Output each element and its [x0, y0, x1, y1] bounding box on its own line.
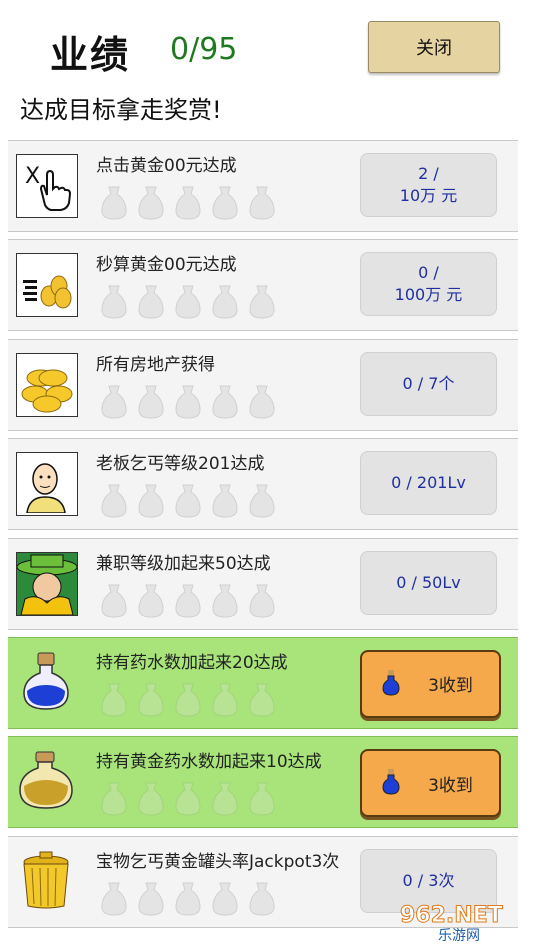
reward-bags [100, 284, 276, 320]
blue-potion-icon [382, 669, 400, 696]
achievement-row: 秒算黄金00元达成 0 /100万 元 [8, 239, 518, 332]
reward-bag-icon [138, 882, 164, 916]
reward-bag-icon [212, 186, 238, 220]
progress-line2: 10万 元 [399, 186, 458, 205]
reward-bags [100, 682, 276, 718]
reward-bag-icon [138, 285, 164, 319]
claim-button[interactable]: 3收到 [360, 649, 501, 718]
achievement-row: 持有黄金药水数加起来10达成 3收到 [8, 736, 518, 829]
watermark-logo: 962.NET 乐游网 [400, 903, 504, 943]
reward-bag-icon [249, 882, 275, 916]
reward-bag-icon [249, 186, 275, 220]
tap-finger-icon: X [16, 154, 78, 218]
progress-button[interactable]: 0 / 7个 [360, 351, 497, 416]
reward-bag-icon [212, 882, 238, 916]
header: 业绩 0/95 关闭 达成目标拿走奖赏! [0, 0, 534, 135]
reward-bags [100, 483, 276, 519]
reward-bag-icon [212, 584, 238, 618]
reward-bag-icon [175, 683, 201, 717]
reward-bag-icon [138, 186, 164, 220]
reward-bag-icon [101, 285, 127, 319]
achievement-label: 所有房地产获得 [96, 354, 215, 375]
achievement-list: X 点击黄金00元达成 2 / 10万 元 秒算黄金00元达成 0 / 100万 … [8, 140, 518, 935]
achievement-row: 兼职等级加起来50达成 0 / 50Lv [8, 537, 518, 630]
achievement-label: 宝物乞丐黄金罐头率Jackpot3次 [96, 851, 340, 872]
progress-button[interactable]: 0 /100万 元 [360, 252, 497, 317]
gold-potion-icon [16, 750, 76, 812]
achievement-label: 持有药水数加起来20达成 [96, 652, 288, 673]
watermark-subtext: 乐游网 [438, 928, 480, 942]
reward-bag-icon [249, 385, 275, 419]
blue-potion-icon [382, 769, 400, 795]
green-hat-man-icon [16, 551, 78, 616]
reward-bag-icon [249, 584, 275, 618]
reward-bag-icon [212, 683, 238, 717]
reward-bag-icon [175, 882, 201, 916]
progress-line2: 100万 元 [394, 285, 463, 305]
reward-bag-icon [212, 285, 238, 319]
progress-button[interactable]: 0 / 50Lv [360, 550, 497, 615]
reward-bags [100, 781, 276, 817]
progress-button[interactable]: 2 / 10万 元 [360, 153, 497, 217]
achievement-row: 持有药水数加起来20达成 3收到 [8, 636, 518, 729]
progress-line1: 2 / [418, 164, 439, 183]
reward-bag-icon [175, 186, 201, 220]
reward-bag-icon [249, 683, 275, 717]
reward-bag-icon [138, 683, 164, 717]
reward-bags [100, 384, 276, 420]
achievement-row: 老板乞丐等级201达成 0 / 201Lv [8, 438, 518, 531]
gold-pot-icon [16, 850, 76, 912]
progress-line1: 0 / [418, 263, 439, 283]
reward-bag-icon [212, 385, 238, 419]
reward-bag-icon [101, 385, 127, 419]
page-title: 业绩 [50, 33, 131, 77]
reward-bag-icon [138, 385, 164, 419]
achievement-row: X 点击黄金00元达成 2 / 10万 元 [8, 140, 518, 232]
reward-bag-icon [249, 484, 275, 518]
blue-potion-icon [16, 651, 76, 713]
reward-bag-icon [101, 186, 127, 220]
reward-bag-icon [101, 683, 127, 717]
watermark-text: 962.NET [400, 903, 503, 928]
reward-bags [100, 583, 276, 619]
close-button[interactable]: 关闭 [368, 21, 500, 73]
reward-bag-icon [175, 385, 201, 419]
claim-button[interactable]: 3收到 [360, 749, 501, 818]
reward-bag-icon [101, 882, 127, 916]
reward-bag-icon [138, 484, 164, 518]
reward-bags [100, 881, 276, 917]
reward-bag-icon [175, 484, 201, 518]
reward-bag-icon [138, 584, 164, 618]
bald-man-icon [16, 452, 78, 517]
achievement-count: 0/95 [170, 32, 238, 67]
reward-bag-icon [101, 584, 127, 618]
gold-coins-icon [16, 352, 78, 417]
reward-bags [100, 185, 276, 221]
reward-bag-icon [212, 782, 238, 816]
achievement-label: 持有黄金药水数加起来10达成 [96, 752, 322, 773]
coins-stack-icon [16, 253, 78, 318]
reward-bag-icon [175, 782, 201, 816]
achievement-label: 兼职等级加起来50达成 [96, 553, 271, 574]
achievement-label: 点击黄金00元达成 [96, 156, 237, 176]
reward-bag-icon [175, 584, 201, 618]
achievement-label: 老板乞丐等级201达成 [96, 454, 265, 475]
svg-text:X: X [25, 164, 40, 189]
achievement-label: 秒算黄金00元达成 [96, 255, 237, 276]
achievement-row: 所有房地产获得 0 / 7个 [8, 338, 518, 431]
reward-bag-icon [138, 782, 164, 816]
reward-bag-icon [101, 782, 127, 816]
reward-bag-icon [249, 782, 275, 816]
reward-bag-icon [212, 484, 238, 518]
subtitle: 达成目标拿走奖赏! [20, 96, 222, 124]
claim-label: 3收到 [428, 775, 473, 796]
reward-bag-icon [101, 484, 127, 518]
progress-button[interactable]: 0 / 201Lv [360, 451, 497, 516]
claim-label: 3收到 [428, 676, 473, 697]
reward-bag-icon [175, 285, 201, 319]
reward-bag-icon [249, 285, 275, 319]
